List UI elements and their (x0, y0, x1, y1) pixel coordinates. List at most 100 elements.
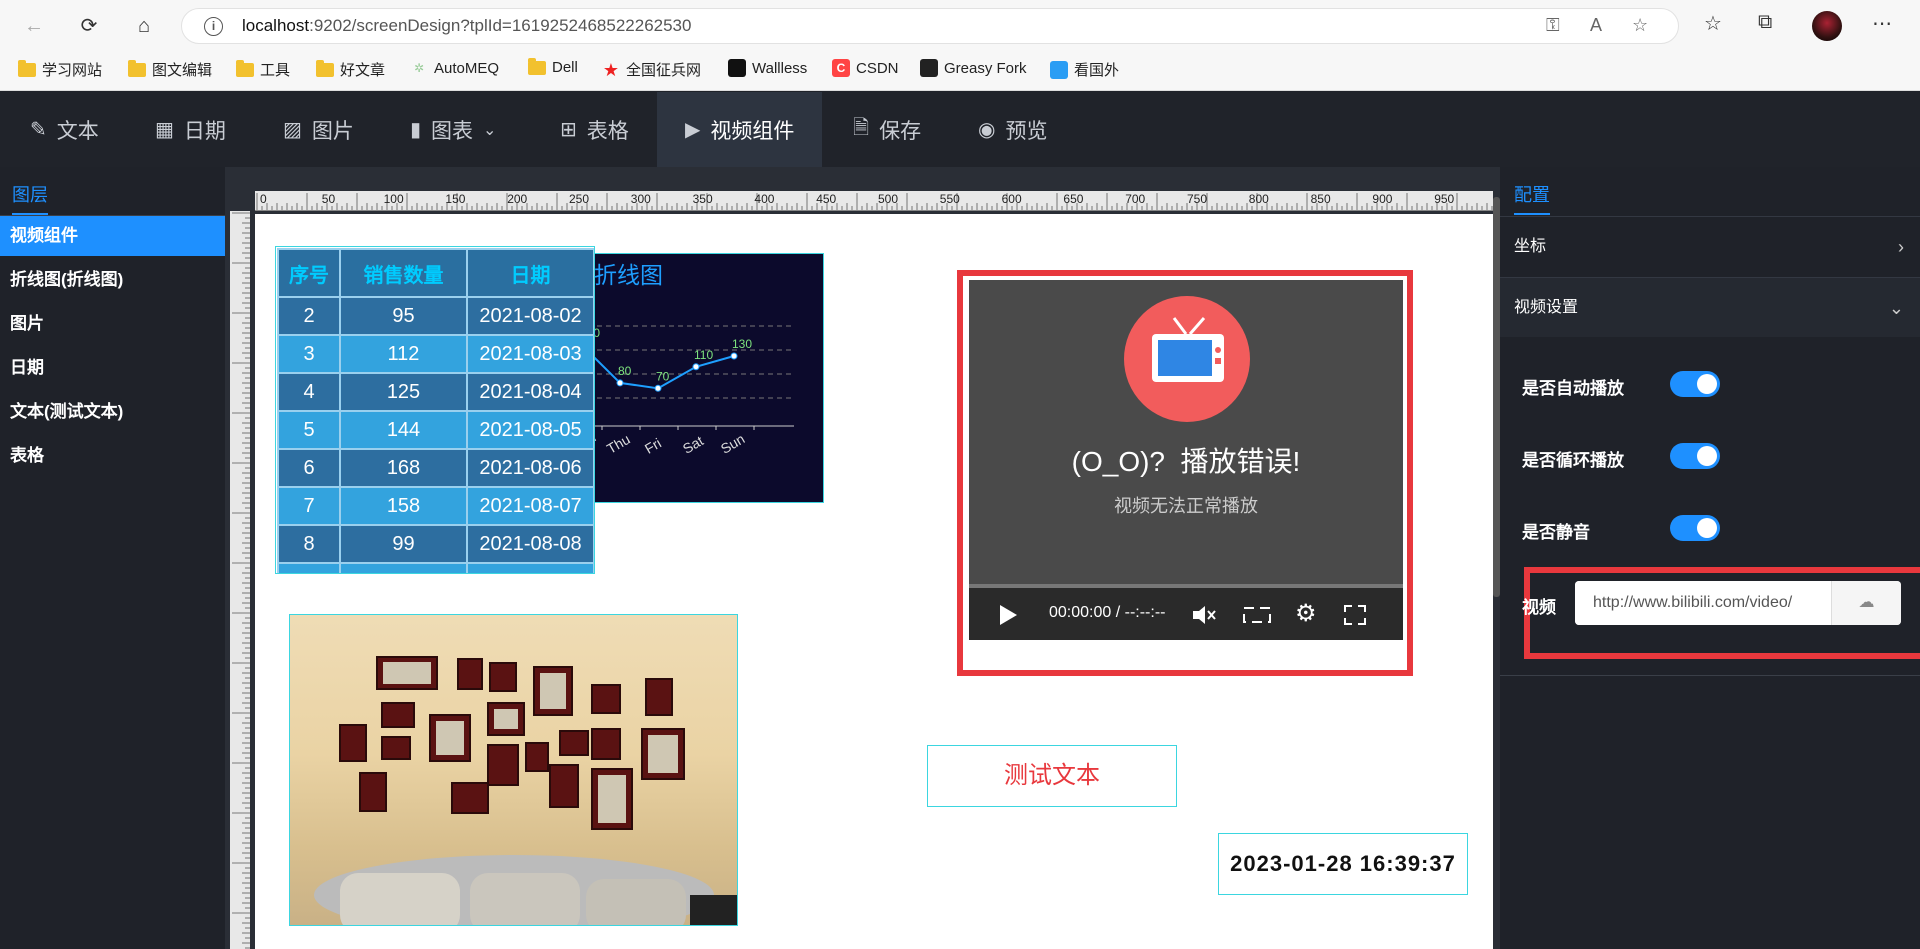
table-cell: 2021-08-06 (466, 448, 594, 488)
ruler-label: 350 (693, 192, 713, 206)
tv-icon (1124, 296, 1250, 422)
ruler-label: 650 (1063, 192, 1083, 206)
video-label: 视频 (1522, 598, 1556, 617)
tab-eye[interactable]: ◉ 预览 (978, 92, 1047, 167)
table-cell: 8 (277, 524, 341, 564)
bookmark-label: AutoMEQ (434, 59, 500, 77)
data-label: 70 (656, 369, 670, 383)
add-favorite-icon[interactable]: ☆ (1632, 15, 1648, 36)
folder-icon (128, 59, 146, 77)
settings-gear-icon[interactable]: ⚙ (1295, 599, 1317, 628)
address-bar[interactable]: i localhost:9202/screenDesign?tplId=1619… (181, 8, 1679, 44)
refresh-icon[interactable]: ⟳ (75, 12, 103, 40)
table-cell: 158 (339, 486, 468, 526)
tab-image[interactable]: ▨ 图片 (283, 92, 354, 167)
video-settings-section[interactable]: 视频设置 ⌄ (1500, 277, 1920, 337)
date-widget[interactable]: 2023-01-28 16:39:37 (1218, 833, 1468, 895)
table-header-cell: 序号 (277, 248, 341, 298)
back-icon[interactable]: ← (20, 12, 48, 40)
table-row-partial (277, 562, 594, 573)
widescreen-icon[interactable] (1242, 604, 1272, 626)
layer-item[interactable]: 折线图(折线图) (0, 260, 225, 300)
bar-chart-icon: ▮ (410, 119, 422, 141)
tab-edit[interactable]: ✎ 文本 (30, 92, 99, 167)
layers-title[interactable]: 图层 (12, 181, 48, 207)
loop-switch[interactable] (1670, 443, 1720, 469)
layer-item[interactable]: 视频组件 (0, 216, 225, 256)
bookmark-6[interactable]: Dell (528, 57, 578, 76)
photo-wall-image[interactable] (289, 614, 738, 926)
site-icon (1050, 60, 1068, 79)
autoplay-switch[interactable] (1670, 371, 1720, 397)
data-point[interactable] (692, 363, 700, 371)
ruler-label: 0 (260, 192, 267, 206)
tab-label: 视频组件 (710, 119, 795, 143)
home-icon[interactable]: ⌂ (130, 12, 158, 40)
scrollbar[interactable] (1493, 197, 1500, 597)
bookmark-1[interactable]: 学习网站 (18, 59, 102, 80)
video-url-input[interactable] (1575, 581, 1831, 625)
site-icon (728, 59, 746, 77)
tab-label: 图片 (311, 119, 354, 143)
profile-avatar[interactable] (1812, 11, 1842, 41)
layer-item[interactable]: 图片 (0, 304, 225, 344)
info-icon[interactable]: i (204, 17, 223, 36)
table-row: 7 158 2021-08-07 (277, 486, 594, 526)
bookmark-4[interactable]: 好文章 (316, 59, 385, 80)
ruler-label: 50 (322, 192, 336, 206)
layer-item[interactable]: 表格 (0, 436, 225, 476)
data-point[interactable] (616, 379, 624, 387)
ruler-label: 700 (1125, 192, 1145, 206)
bookmark-10[interactable]: Greasy Fork (920, 59, 1027, 77)
layer-item[interactable]: 日期 (0, 348, 225, 388)
divider (1500, 675, 1920, 676)
video-url-field[interactable]: ☁ (1575, 581, 1901, 625)
bookmark-7[interactable]: ★ 全国征兵网 (602, 59, 701, 80)
play-icon[interactable] (997, 603, 1019, 627)
bookmark-label: 工具 (260, 62, 291, 79)
tab-label: 图表 (431, 119, 474, 143)
key-icon[interactable]: ⚿ (1546, 15, 1560, 36)
layer-item[interactable]: 文本(测试文本) (0, 392, 225, 432)
bookmark-8[interactable]: Wallless (728, 59, 807, 77)
more-icon[interactable]: ⋯ (1872, 11, 1892, 36)
ruler-label: 600 (1002, 192, 1022, 206)
text-widget[interactable]: 测试文本 (927, 745, 1177, 807)
bookmark-9[interactable]: C CSDN (832, 59, 899, 77)
bookmark-label: 图文编辑 (152, 62, 213, 79)
bookmark-label: Greasy Fork (944, 59, 1027, 77)
tab-grid[interactable]: ⊞ 表格 (560, 92, 629, 167)
data-point[interactable] (654, 384, 662, 392)
upload-cloud-icon[interactable]: ☁ (1831, 581, 1901, 625)
site-icon: ★ (602, 59, 620, 80)
video-time: 00:00:00 / --:--:-- (1049, 604, 1166, 621)
tab-bar-chart[interactable]: ▮ 图表 ⌄ (410, 92, 496, 167)
mute-label: 是否静音 (1522, 523, 1590, 542)
config-title[interactable]: 配置 (1514, 181, 1550, 207)
data-point[interactable] (730, 352, 738, 360)
table-cell: 168 (339, 448, 468, 488)
tab-calendar[interactable]: ▦ 日期 (155, 92, 226, 167)
tab-video-camera[interactable]: ▶ 视频组件 (657, 92, 822, 167)
bookmark-2[interactable]: 图文编辑 (128, 59, 212, 80)
favorites-icon[interactable]: ☆ (1704, 11, 1722, 36)
bookmark-11[interactable]: 看国外 (1050, 59, 1119, 80)
tab-save[interactable]: 🗎 保存 (853, 92, 921, 167)
data-label: 130 (732, 337, 752, 351)
ruler-label: 800 (1249, 192, 1269, 206)
mute-icon[interactable] (1191, 603, 1217, 627)
text-widget-content: 测试文本 (1004, 762, 1100, 789)
video-controls: 00:00:00 / --:--:-- ⚙ (969, 588, 1403, 640)
table-widget[interactable]: 序号 销售数量 日期 2 95 2021-08-02 3 112 2021-08-03 4 125 2… (275, 246, 595, 574)
bookmark-label: 学习网站 (42, 62, 103, 79)
table-cell: 2021-08-07 (466, 486, 594, 526)
read-aloud-icon[interactable]: A (1590, 15, 1602, 36)
video-player[interactable]: (O_O)? 播放错误! 视频无法正常播放 00:00:00 / --:--:-… (967, 280, 1403, 666)
coordinates-section[interactable]: 坐标 › (1500, 216, 1920, 276)
fullscreen-icon[interactable] (1343, 604, 1367, 626)
mute-switch[interactable] (1670, 515, 1720, 541)
bookmark-5[interactable]: ✲ AutoMEQ (410, 59, 499, 77)
design-canvas[interactable]: 200e150Wed80Thu70Fri110Sat130Sun 折线图 称 序… (255, 214, 1493, 949)
collections-icon[interactable]: ⧉ (1758, 11, 1772, 34)
bookmark-3[interactable]: 工具 (236, 59, 290, 80)
